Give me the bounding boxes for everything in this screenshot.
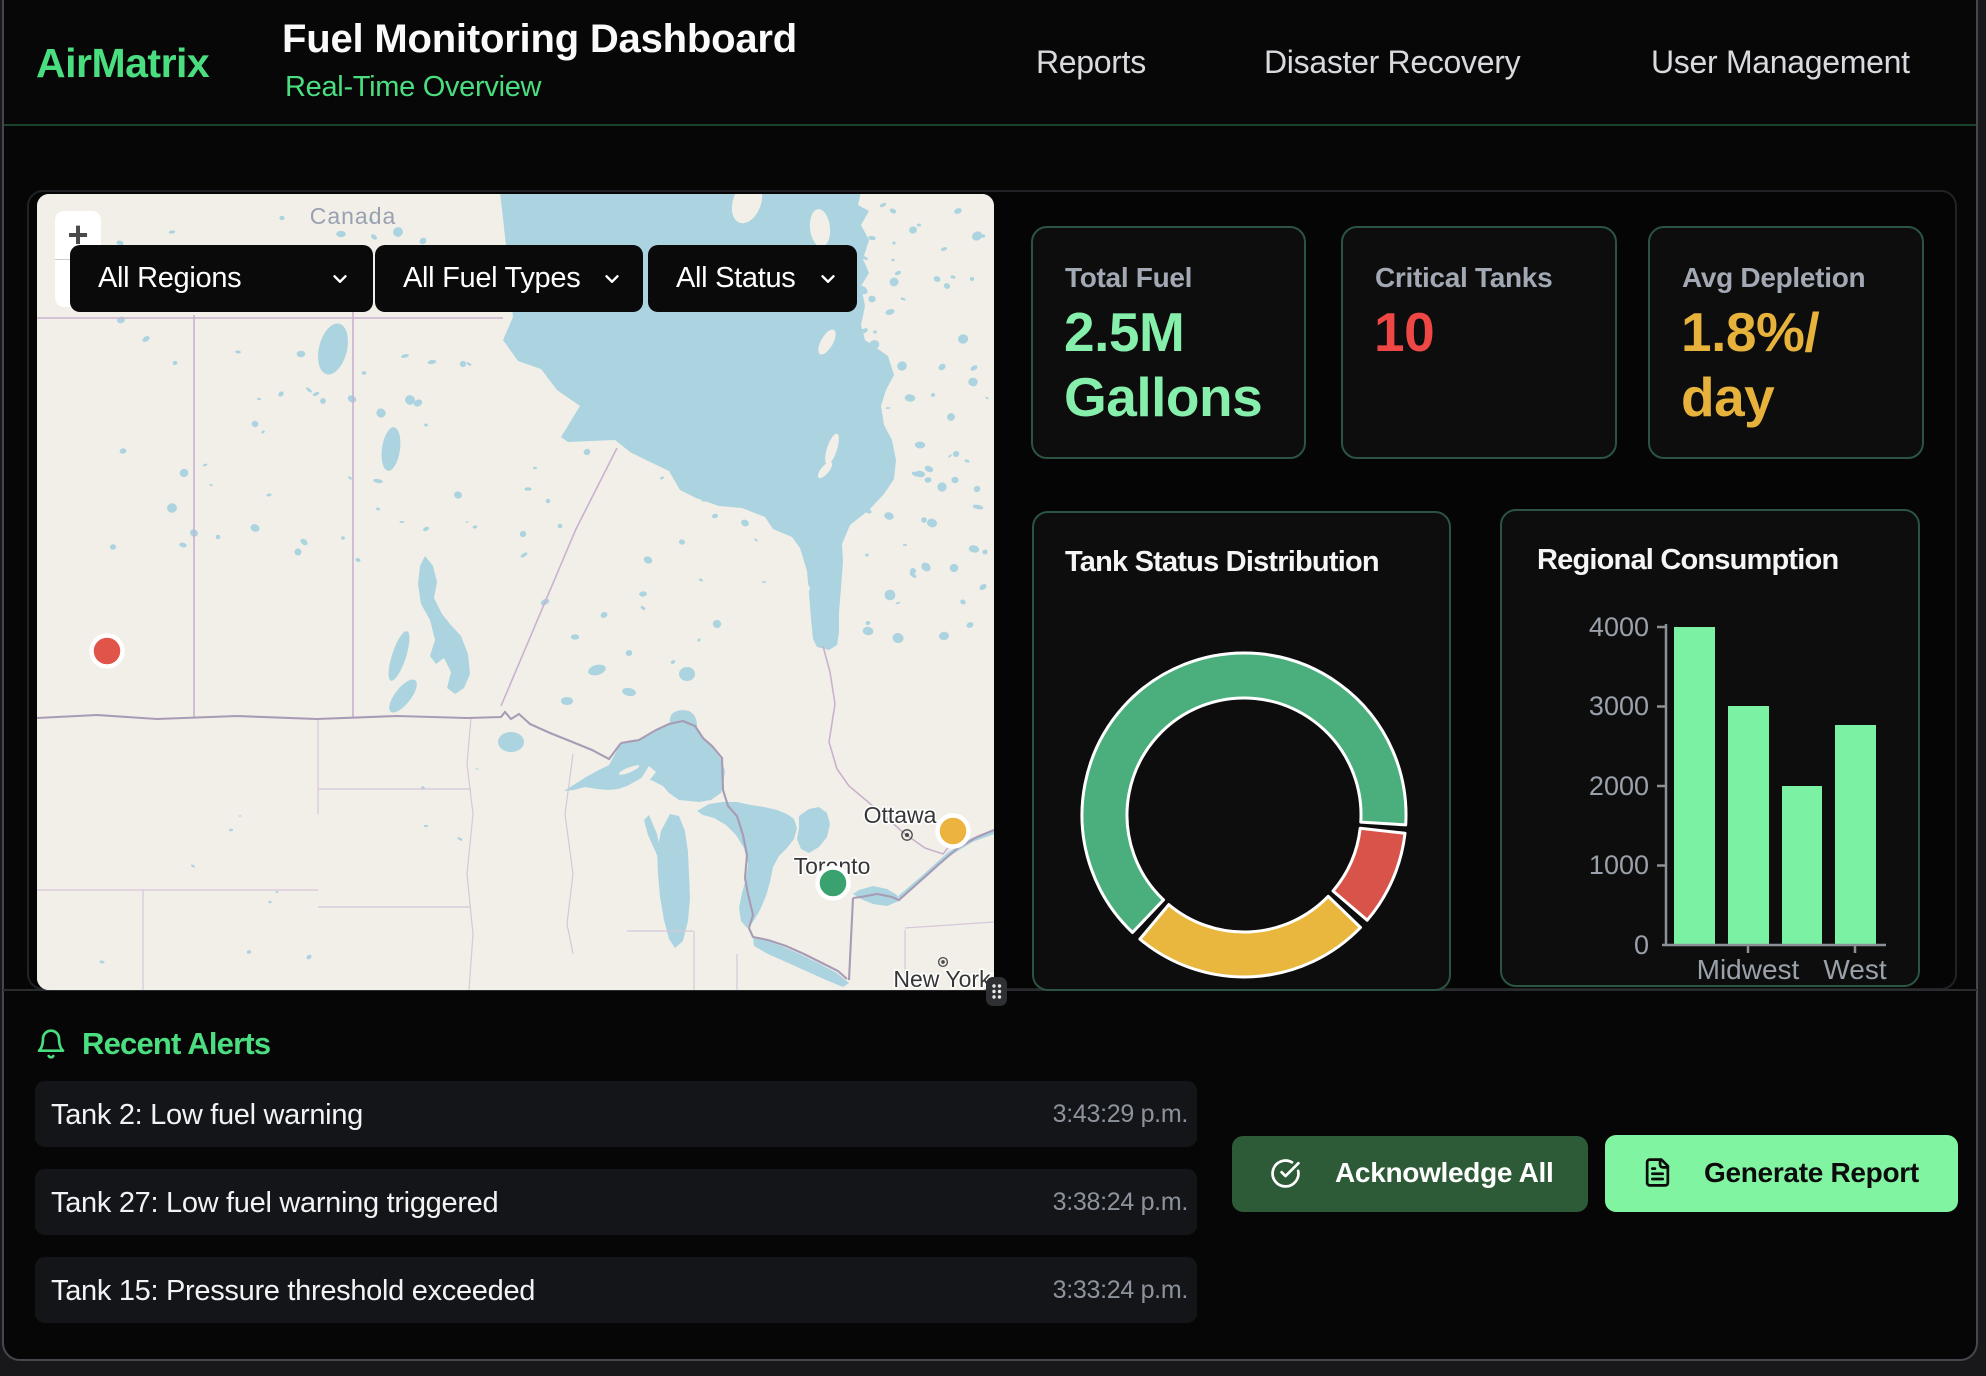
svg-text:3000: 3000 <box>1589 691 1649 721</box>
svg-text:New York: New York <box>893 966 991 990</box>
svg-text:Canada: Canada <box>310 203 397 229</box>
svg-text:West: West <box>1823 954 1886 985</box>
svg-text:1000: 1000 <box>1589 850 1649 880</box>
svg-text:0: 0 <box>1634 930 1649 960</box>
svg-text:4000: 4000 <box>1589 612 1649 642</box>
svg-text:2000: 2000 <box>1589 771 1649 801</box>
svg-text:Midwest: Midwest <box>1697 954 1800 985</box>
svg-text:Ottawa: Ottawa <box>864 802 937 828</box>
